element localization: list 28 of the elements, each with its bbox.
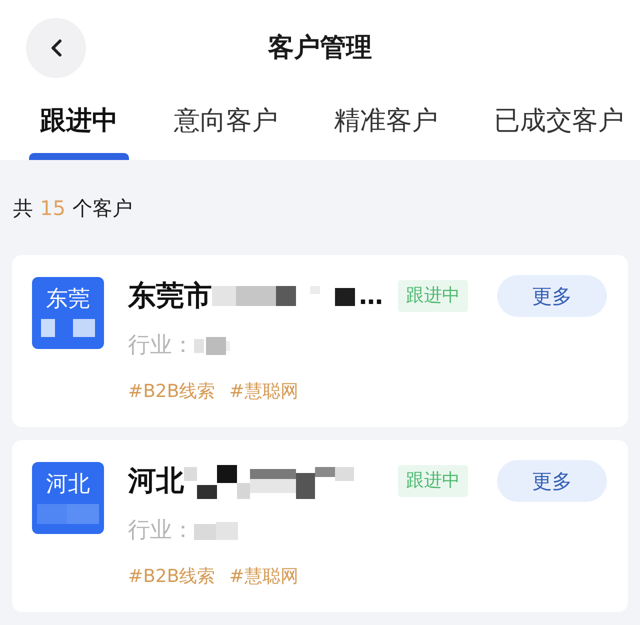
name-ellipsis: …	[359, 281, 383, 312]
tab[interactable]: 精准客户	[323, 95, 449, 160]
tag-label: #B2B线索	[128, 380, 216, 404]
status-badge: 跟进中	[398, 465, 468, 497]
customer-name: 东莞市	[128, 279, 212, 313]
more-button[interactable]: 更多	[497, 275, 607, 317]
tag-label: #B2B线索	[128, 565, 216, 589]
back-icon	[50, 38, 62, 56]
blurred-avatar-drawing	[37, 504, 99, 524]
avatar-text: 东莞	[46, 287, 90, 313]
customer-count-text: 共 15 个客户	[13, 195, 134, 222]
page-title: 客户管理	[268, 32, 372, 64]
customer-name: 河北	[128, 464, 184, 498]
tab[interactable]: 已成交客户	[483, 95, 635, 160]
blurred-avatar-drawing	[41, 319, 95, 337]
tag-label: #慧聪网	[229, 380, 298, 404]
status-badge: 跟进中	[398, 280, 468, 312]
industry-label: 行业：	[128, 517, 194, 545]
blurred-industry-drawing	[194, 337, 230, 355]
tab[interactable]: 跟进中	[29, 95, 129, 160]
avatar-text: 河北	[46, 472, 90, 498]
customer-card[interactable]: 东莞 东莞市 … 跟进中 更多 行业： #B2B线索 #慧聪网	[12, 255, 628, 427]
tab[interactable]: 意向客户	[163, 95, 289, 160]
tag-label: #慧聪网	[229, 565, 298, 589]
blurred-industry-drawing	[194, 522, 240, 540]
industry-label: 行业：	[128, 332, 194, 360]
customer-card[interactable]: 河北 河北 跟进中 更多 行业： #B2B线索 #慧聪网	[12, 440, 628, 612]
more-button[interactable]: 更多	[497, 460, 607, 502]
